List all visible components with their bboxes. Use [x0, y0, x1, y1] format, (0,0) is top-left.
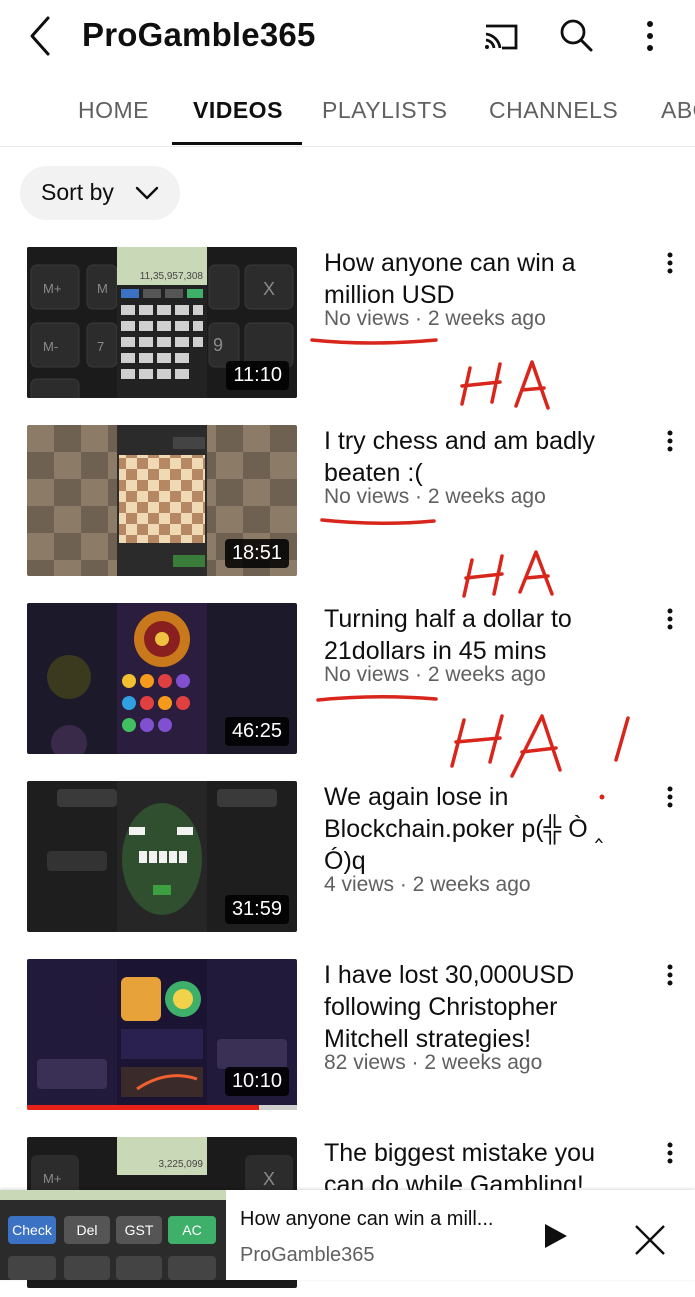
- video-item[interactable]: 31:59 We again lose in Blockchain.poker …: [0, 781, 695, 941]
- video-thumbnail[interactable]: 18:51: [27, 425, 297, 576]
- video-duration: 11:10: [226, 361, 289, 390]
- svg-text:M+: M+: [43, 281, 61, 296]
- video-item[interactable]: 18:51 I try chess and am badly beaten :(…: [0, 425, 695, 585]
- watch-progress-bar: [27, 1105, 297, 1110]
- calc-button-gst: GST: [125, 1222, 154, 1238]
- close-icon[interactable]: [630, 1220, 670, 1260]
- play-icon[interactable]: [540, 1221, 570, 1251]
- calc-button-del: Del: [76, 1222, 97, 1238]
- more-vertical-icon[interactable]: [630, 16, 670, 56]
- tab-channels[interactable]: CHANNELS: [489, 97, 618, 124]
- tab-home[interactable]: HOME: [78, 97, 149, 124]
- video-title[interactable]: How anyone can win a million USD: [324, 247, 642, 311]
- channel-tabs: HOME VIDEOS PLAYLISTS CHANNELS ABOUT: [0, 80, 695, 147]
- chevron-down-icon: [135, 186, 159, 200]
- video-title[interactable]: Turning half a dollar to 21dollars in 45…: [324, 603, 642, 667]
- video-thumbnail[interactable]: 10:10: [27, 959, 297, 1110]
- mini-player-channel: ProGamble365: [240, 1244, 375, 1266]
- svg-text:X: X: [263, 279, 275, 299]
- active-tab-indicator: [172, 142, 302, 145]
- svg-text:M: M: [97, 281, 108, 296]
- svg-text:9: 9: [213, 335, 223, 355]
- cast-icon[interactable]: [480, 16, 520, 56]
- tab-about[interactable]: ABOUT: [661, 97, 695, 124]
- video-meta: No views · 2 weeks ago: [324, 663, 546, 686]
- video-meta: No views · 2 weeks ago: [324, 485, 546, 508]
- calculator-mini-image: Check Del GST AC: [0, 1190, 226, 1280]
- video-meta: No views · 2 weeks ago: [324, 307, 546, 330]
- video-duration: 10:10: [224, 1067, 289, 1096]
- video-duration: 18:51: [224, 539, 289, 568]
- calc-button-check: Check: [12, 1222, 53, 1238]
- video-thumbnail[interactable]: 46:25: [27, 603, 297, 754]
- svg-text:X: X: [263, 1169, 275, 1189]
- calc-button-ac: AC: [182, 1222, 201, 1238]
- app-header: ProGamble365: [0, 0, 695, 72]
- video-menu-icon[interactable]: [660, 605, 680, 635]
- mini-player[interactable]: Check Del GST AC How anyone can win a mi…: [0, 1190, 695, 1280]
- tab-videos[interactable]: VIDEOS: [193, 97, 283, 124]
- video-thumbnail[interactable]: 31:59: [27, 781, 297, 932]
- video-item[interactable]: 46:25 Turning half a dollar to 21dollars…: [0, 603, 695, 763]
- sort-by-label: Sort by: [41, 179, 114, 205]
- mini-player-thumbnail[interactable]: Check Del GST AC: [0, 1190, 226, 1280]
- video-item[interactable]: M+ M- M 7 X 9 11,35,957,308 11:10 How anyone…: [0, 247, 695, 407]
- watch-progress-fill: [27, 1105, 260, 1110]
- video-menu-icon[interactable]: [660, 249, 680, 279]
- video-title[interactable]: I have lost 30,000USD following Christop…: [324, 959, 642, 1055]
- calculator-display-text: 3,225,099: [159, 1159, 204, 1170]
- video-menu-icon[interactable]: [660, 427, 680, 457]
- tab-playlists[interactable]: PLAYLISTS: [322, 97, 448, 124]
- svg-text:7: 7: [97, 339, 104, 354]
- svg-text:M-: M-: [43, 339, 58, 354]
- channel-title: ProGamble365: [82, 16, 316, 53]
- video-menu-icon[interactable]: [660, 961, 680, 991]
- video-menu-icon[interactable]: [660, 783, 680, 813]
- video-title[interactable]: I try chess and am badly beaten :(: [324, 425, 642, 489]
- video-thumbnail[interactable]: M+ M- M 7 X 9 11,35,957,308 11:10: [27, 247, 297, 398]
- video-item[interactable]: 10:10 I have lost 30,000USD following Ch…: [0, 959, 695, 1119]
- video-menu-icon[interactable]: [660, 1139, 680, 1169]
- video-title[interactable]: We again lose in Blockchain.poker p(╬ Ò …: [324, 781, 642, 877]
- search-icon[interactable]: [556, 16, 596, 56]
- mini-player-title[interactable]: How anyone can win a mill...: [240, 1208, 520, 1231]
- calculator-display-text: 11,35,957,308: [140, 271, 204, 282]
- video-duration: 31:59: [224, 895, 289, 924]
- video-meta: 82 views · 2 weeks ago: [324, 1051, 543, 1074]
- back-arrow-icon[interactable]: [22, 14, 62, 58]
- video-meta: 4 views · 2 weeks ago: [324, 873, 531, 896]
- svg-text:M+: M+: [43, 1171, 61, 1186]
- video-duration: 46:25: [224, 717, 289, 746]
- sort-by-button[interactable]: Sort by: [20, 166, 180, 220]
